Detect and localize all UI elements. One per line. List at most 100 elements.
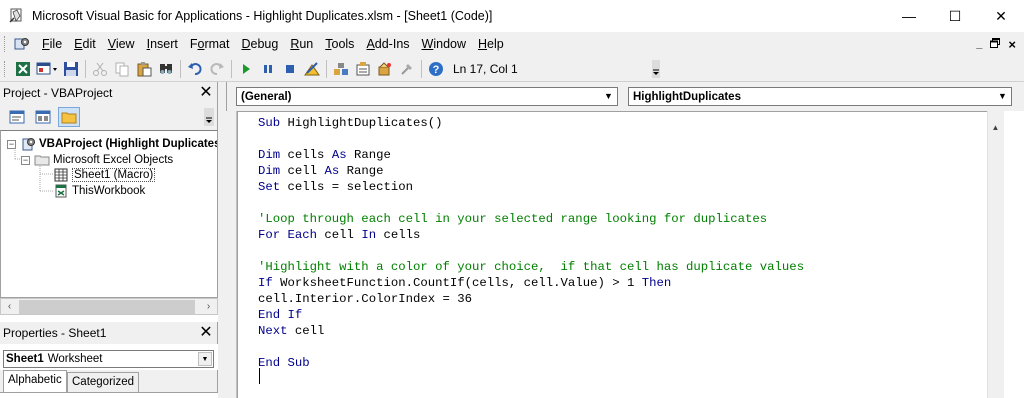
scroll-thumb[interactable] bbox=[19, 300, 195, 314]
menu-item[interactable]: Format bbox=[184, 37, 236, 51]
scroll-left-icon[interactable]: ‹ bbox=[1, 299, 18, 316]
mdi-restore-button[interactable] bbox=[990, 37, 1001, 51]
tree-item-sheet1[interactable]: Sheet1 (Macro) bbox=[53, 167, 156, 183]
run-icon[interactable] bbox=[235, 58, 257, 80]
code-line[interactable]: If WorksheetFunction.CountIf(cells, cell… bbox=[258, 275, 671, 291]
code-line[interactable]: Dim cells As Range bbox=[258, 147, 391, 163]
vba-app-icon[interactable] bbox=[8, 8, 24, 24]
mdi-minimize-button[interactable]: _ bbox=[976, 38, 982, 50]
procedure-combo-value: HighlightDuplicates bbox=[633, 90, 741, 103]
copy-icon[interactable] bbox=[111, 58, 133, 80]
tab-alphabetic[interactable]: Alphabetic bbox=[3, 370, 67, 393]
menu-label-accesskey: H bbox=[478, 37, 488, 51]
code-line[interactable]: cell.Interior.ColorIndex = 36 bbox=[258, 291, 472, 307]
close-button[interactable]: ✕ bbox=[978, 0, 1024, 32]
menu-item[interactable]: Help bbox=[472, 37, 510, 51]
code-line[interactable]: Sub HighlightDuplicates() bbox=[258, 115, 443, 131]
code-text: Range bbox=[346, 164, 384, 178]
collapse-icon[interactable]: − bbox=[21, 155, 30, 165]
properties-grid[interactable] bbox=[0, 392, 218, 398]
project-tree-hscrollbar[interactable]: ‹ › bbox=[0, 298, 218, 315]
code-vscrollbar[interactable]: ▲ bbox=[987, 111, 1024, 398]
insert-userform-icon[interactable] bbox=[34, 58, 60, 80]
code-keyword: Sub bbox=[258, 116, 288, 130]
tree-root-row[interactable]: − VBAProject (Highlight Duplicates.xlsm) bbox=[7, 136, 217, 152]
redo-icon[interactable] bbox=[206, 58, 228, 80]
menu-item[interactable]: Tools bbox=[319, 37, 360, 51]
tab-categorized[interactable]: Categorized bbox=[67, 372, 140, 392]
tree-item-label: ThisWorkbook bbox=[72, 185, 146, 197]
toolbox-icon[interactable] bbox=[396, 58, 418, 80]
code-line[interactable]: 'Highlight with a color of your choice, … bbox=[258, 259, 804, 275]
menu-item[interactable]: Window bbox=[416, 37, 472, 51]
chevron-down-icon[interactable]: ▼ bbox=[601, 89, 616, 104]
menu-label-accesskey: R bbox=[290, 37, 300, 51]
vba-module-icon[interactable] bbox=[14, 36, 30, 52]
scroll-up-icon[interactable]: ▲ bbox=[987, 121, 1004, 135]
mdi-close-button[interactable]: × bbox=[1008, 37, 1016, 52]
code-keyword: Set bbox=[258, 180, 288, 194]
maximize-button[interactable]: ☐ bbox=[932, 0, 978, 32]
chevron-down-icon[interactable]: ▼ bbox=[995, 89, 1010, 104]
help-icon[interactable]: ? bbox=[425, 58, 447, 80]
code-line[interactable]: For Each cell In cells bbox=[258, 227, 420, 243]
chevron-down-icon[interactable]: ▼ bbox=[198, 352, 212, 366]
view-excel-icon[interactable] bbox=[12, 58, 34, 80]
properties-object-select[interactable]: Sheet1 Worksheet ▼ bbox=[3, 350, 214, 368]
menu-item[interactable]: Add-Ins bbox=[360, 37, 415, 51]
menu-label-accesskey: V bbox=[107, 37, 116, 51]
minimize-button[interactable]: — bbox=[886, 0, 932, 32]
code-comment: 'Loop through each cell in your selected… bbox=[258, 212, 768, 226]
project-toolbar-scroll-icon[interactable] bbox=[204, 108, 214, 126]
menu-item[interactable]: Insert bbox=[141, 37, 184, 51]
procedure-combo[interactable]: HighlightDuplicates ▼ bbox=[628, 87, 1012, 106]
toolbar-options-icon[interactable] bbox=[652, 60, 660, 78]
view-object-icon[interactable] bbox=[32, 107, 54, 127]
code-line[interactable]: Set cells = selection bbox=[258, 179, 413, 195]
menu-label-part: dit bbox=[82, 37, 96, 51]
properties-window-icon[interactable] bbox=[352, 58, 374, 80]
object-browser-icon[interactable] bbox=[374, 58, 396, 80]
undo-icon[interactable] bbox=[184, 58, 206, 80]
collapse-icon[interactable]: − bbox=[7, 139, 16, 149]
code-line[interactable]: Next cell bbox=[258, 323, 324, 339]
properties-panel-close-icon[interactable]: ✕ bbox=[197, 324, 215, 342]
menubar-grip[interactable] bbox=[4, 36, 8, 52]
menu-item[interactable]: Edit bbox=[68, 37, 102, 51]
scroll-track[interactable] bbox=[987, 111, 1004, 398]
svg-text:?: ? bbox=[433, 64, 440, 76]
paste-icon[interactable] bbox=[133, 58, 155, 80]
menu-label-part: dd-Ins bbox=[374, 37, 410, 51]
code-line[interactable]: Dim cell As Range bbox=[258, 163, 383, 179]
reset-icon[interactable] bbox=[279, 58, 301, 80]
menu-item[interactable]: Debug bbox=[235, 37, 284, 51]
menu-label-part: ools bbox=[331, 37, 355, 51]
menu-item[interactable]: File bbox=[36, 37, 68, 51]
tree-item-thisworkbook[interactable]: ThisWorkbook bbox=[53, 183, 145, 199]
menu-item[interactable]: View bbox=[102, 37, 141, 51]
code-comment: 'Highlight with a color of your choice, … bbox=[258, 260, 805, 274]
project-tree: − VBAProject (Highlight Duplicates.xlsm)… bbox=[0, 130, 218, 298]
design-mode-icon[interactable] bbox=[301, 58, 323, 80]
menu-item[interactable]: Run bbox=[284, 37, 319, 51]
project-explorer-icon[interactable] bbox=[330, 58, 352, 80]
save-icon[interactable] bbox=[60, 58, 82, 80]
toggle-folders-icon[interactable] bbox=[58, 107, 80, 127]
tree-folder-row[interactable]: − Microsoft Excel Objects bbox=[21, 152, 173, 168]
scroll-right-icon[interactable]: › bbox=[200, 299, 217, 316]
code-line[interactable]: 'Loop through each cell in your selected… bbox=[258, 211, 767, 227]
toolbar-grip[interactable] bbox=[4, 61, 8, 77]
panel-splitter[interactable] bbox=[218, 82, 226, 398]
code-margin-indicator-bar[interactable] bbox=[226, 111, 237, 398]
view-code-icon[interactable] bbox=[6, 107, 28, 127]
code-line[interactable]: End If bbox=[258, 307, 302, 323]
code-line[interactable]: End Sub bbox=[258, 355, 310, 371]
project-panel-close-icon[interactable]: ✕ bbox=[197, 84, 215, 102]
cut-icon[interactable] bbox=[89, 58, 111, 80]
folder-icon bbox=[34, 152, 50, 168]
menu-label-accesskey: F bbox=[42, 37, 50, 51]
object-combo[interactable]: (General) ▼ bbox=[236, 87, 618, 106]
break-icon[interactable] bbox=[257, 58, 279, 80]
code-keyword: As bbox=[324, 164, 347, 178]
find-icon[interactable] bbox=[155, 58, 177, 80]
